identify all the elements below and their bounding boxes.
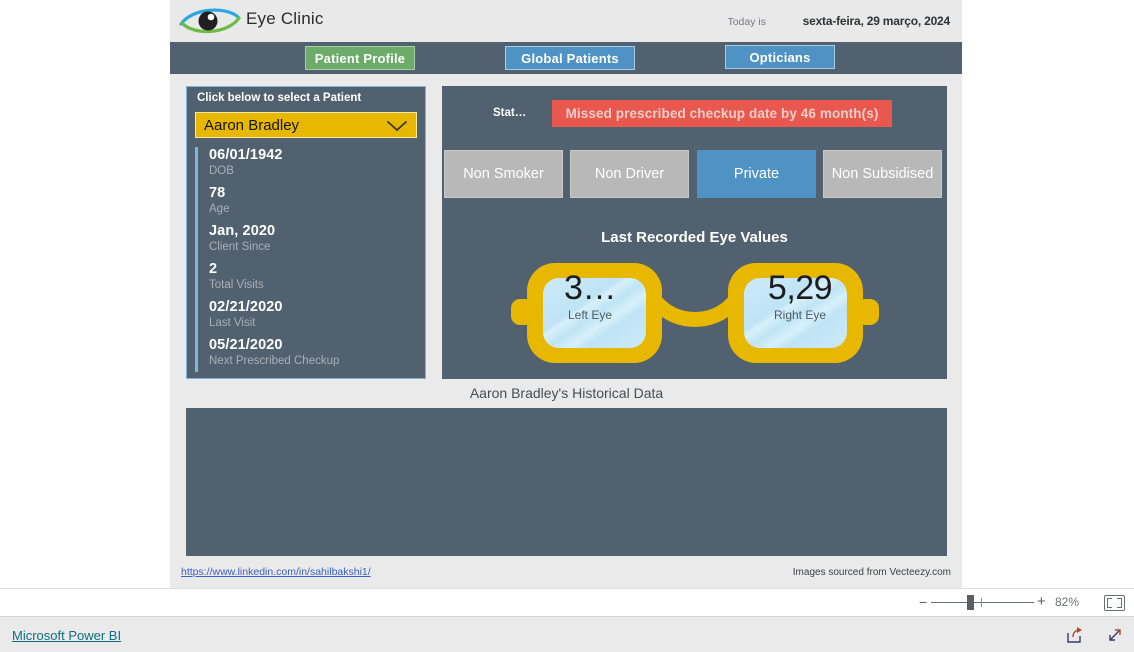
zoom-out-button[interactable]: −: [919, 595, 927, 609]
app-window: Eye Clinic Today is sexta-feira, 29 març…: [0, 0, 1134, 652]
list-item: 02/21/2020 Last Visit: [209, 299, 417, 331]
stat-value: 2: [209, 261, 218, 277]
patient-selector-panel: Click below to select a Patient Aaron Br…: [186, 86, 426, 379]
left-eye-caption: Left Eye: [567, 308, 613, 322]
page-title: Eye Clinic: [246, 9, 324, 28]
historical-data-panel: [186, 408, 947, 556]
tab-opticians[interactable]: Opticians: [725, 45, 835, 69]
list-item: 78 Age: [209, 185, 417, 217]
left-eye-value: 3…: [564, 269, 616, 307]
stat-label: DOB: [209, 165, 234, 177]
tab-patient-profile[interactable]: Patient Profile: [305, 46, 415, 70]
list-item: 06/01/1942 DOB: [209, 147, 417, 179]
full-screen-icon[interactable]: [1106, 626, 1124, 644]
panel-heading: Click below to select a Patient: [197, 92, 362, 104]
image-credit: Images sourced from Vecteezy.com: [792, 567, 951, 578]
eye-values-title: Last Recorded Eye Values: [601, 229, 788, 246]
list-item: 05/21/2020 Next Prescribed Checkup: [209, 337, 417, 369]
zoom-slider-thumb[interactable]: [967, 595, 974, 610]
historical-data-title: Aaron Bradley's Historical Data: [469, 385, 664, 401]
stat-label: Last Visit: [209, 317, 256, 329]
power-bi-link[interactable]: Microsoft Power BI: [12, 628, 121, 643]
tab-global-patients[interactable]: Global Patients: [505, 46, 635, 70]
attribute-non-driver[interactable]: Non Driver: [570, 150, 689, 198]
stat-label: Next Prescribed Checkup: [209, 355, 340, 367]
status-label: Stat…: [493, 107, 527, 119]
eye-logo-icon: [179, 8, 241, 34]
stat-label: Client Since: [209, 241, 271, 253]
zoom-slider-track[interactable]: [931, 602, 1034, 603]
zoom-slider-tick: [981, 598, 982, 607]
status-badge: Missed prescribed checkup date by 46 mon…: [552, 100, 892, 127]
status-badge-text: Missed prescribed checkup date by 46 mon…: [565, 106, 879, 121]
left-eye-readout: 3… Left Eye: [530, 269, 650, 323]
list-item: Jan, 2020 Client Since: [209, 223, 417, 255]
fit-to-page-icon[interactable]: [1104, 595, 1125, 611]
right-eye-caption: Right Eye: [773, 308, 827, 322]
attribute-private[interactable]: Private: [697, 150, 816, 198]
stat-value: 06/01/1942: [209, 147, 283, 163]
brand-header: Eye Clinic Today is sexta-feira, 29 març…: [170, 0, 962, 42]
right-eye-value: 5,29: [767, 269, 833, 307]
tab-strip: Patient Profile Global Patients Optician…: [170, 42, 962, 74]
status-row: Stat… Missed prescribed checkup date by …: [442, 100, 947, 130]
app-status-bar: Microsoft Power BI: [0, 616, 1134, 652]
stat-label: Total Visits: [209, 279, 264, 291]
share-icon[interactable]: [1066, 626, 1084, 644]
attribute-row: Non Smoker Non Driver Private Non Subsid…: [442, 150, 947, 200]
attribute-non-subsidised[interactable]: Non Subsidised: [823, 150, 942, 198]
zoom-bar: − + 82%: [0, 589, 1134, 616]
zoom-level-label: 82%: [1055, 595, 1080, 609]
author-linkedin-link[interactable]: https://www.linkedin.com/in/sahilbakshi1…: [181, 566, 371, 578]
glasses-graphic: 3… Left Eye 5,29 Right Eye: [505, 251, 885, 371]
stat-value: Jan, 2020: [209, 223, 276, 239]
right-eye-readout: 5,29 Right Eye: [740, 269, 860, 323]
report-canvas: Eye Clinic Today is sexta-feira, 29 març…: [170, 0, 962, 588]
list-item: 2 Total Visits: [209, 261, 417, 293]
stat-value: 78: [209, 185, 226, 201]
patient-detail-card: Stat… Missed prescribed checkup date by …: [442, 86, 947, 379]
patient-dropdown[interactable]: Aaron Bradley: [195, 112, 417, 138]
chevron-down-icon: [387, 121, 407, 132]
today-date-value: sexta-feira, 29 março, 2024: [802, 14, 951, 28]
attribute-non-smoker[interactable]: Non Smoker: [444, 150, 563, 198]
zoom-in-button[interactable]: +: [1037, 594, 1046, 609]
stat-value: 05/21/2020: [209, 337, 283, 353]
patient-dropdown-value: Aaron Bradley: [204, 117, 300, 134]
stat-label: Age: [209, 203, 230, 215]
patient-stat-list: 06/01/1942 DOB 78 Age Jan, 2020 Client S…: [195, 147, 417, 372]
stat-value: 02/21/2020: [209, 299, 283, 315]
today-label: Today is: [727, 16, 766, 28]
